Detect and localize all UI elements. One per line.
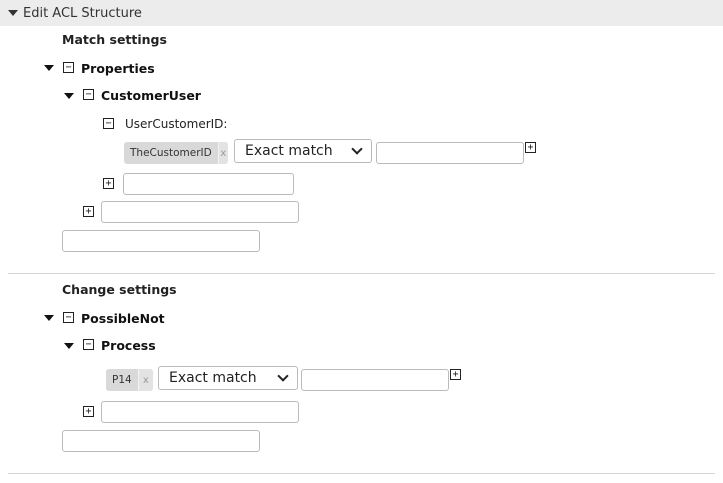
change-add-value-icon[interactable]: + <box>450 369 461 380</box>
possiblenot-remove-icon[interactable]: − <box>63 312 74 323</box>
widget-title: Edit ACL Structure <box>23 5 142 21</box>
chevron-down-icon <box>351 143 363 155</box>
match-settings-title: Match settings <box>62 32 167 47</box>
possiblenot-label: PossibleNot <box>81 311 165 326</box>
change-new-child-input[interactable] <box>101 401 299 423</box>
customerid-tag: TheCustomerID x <box>124 142 228 164</box>
properties-remove-icon[interactable]: − <box>63 62 74 73</box>
add-value-icon[interactable]: + <box>525 142 536 153</box>
match-type-select[interactable]: Exact match <box>234 139 372 163</box>
change-match-type-select[interactable]: Exact match <box>158 366 298 390</box>
add-field-icon[interactable]: + <box>103 178 114 189</box>
process-toggle-icon[interactable] <box>64 343 74 349</box>
process-tag-text: P14 <box>112 374 132 386</box>
change-match-type-select-value: Exact match <box>169 370 257 386</box>
usercustomerid-label: UserCustomerID: <box>125 117 228 131</box>
customeruser-toggle-icon[interactable] <box>64 93 74 99</box>
process-tag-remove-button[interactable]: x <box>137 369 153 391</box>
match-type-select-value: Exact match <box>245 143 333 159</box>
properties-label: Properties <box>81 61 155 76</box>
possiblenot-toggle-icon[interactable] <box>44 315 54 321</box>
usercustomerid-remove-icon[interactable]: − <box>103 118 114 129</box>
collapse-triangle-icon <box>8 10 18 16</box>
widget-header[interactable]: Edit ACL Structure <box>0 0 723 26</box>
customerid-tag-remove-button[interactable]: x <box>217 142 228 164</box>
customeruser-label: CustomerUser <box>101 88 201 103</box>
customerid-tag-text: TheCustomerID <box>130 147 212 159</box>
add-child-icon[interactable]: + <box>83 206 94 217</box>
change-value-input[interactable] <box>301 369 449 391</box>
change-add-child-icon[interactable]: + <box>83 406 94 417</box>
change-settings-title: Change settings <box>62 282 177 297</box>
change-new-root-input[interactable] <box>62 430 260 452</box>
chevron-down-icon <box>277 370 289 382</box>
customeruser-remove-icon[interactable]: − <box>83 89 94 100</box>
new-field-input[interactable] <box>123 173 294 195</box>
new-child-input[interactable] <box>101 201 299 223</box>
process-remove-icon[interactable]: − <box>83 339 94 350</box>
new-root-input[interactable] <box>62 230 260 252</box>
match-value-input[interactable] <box>376 142 524 164</box>
process-label: Process <box>101 338 156 353</box>
process-tag: P14 x <box>106 369 153 391</box>
section-divider <box>8 273 715 274</box>
bottom-divider <box>8 473 715 474</box>
properties-toggle-icon[interactable] <box>44 65 54 71</box>
